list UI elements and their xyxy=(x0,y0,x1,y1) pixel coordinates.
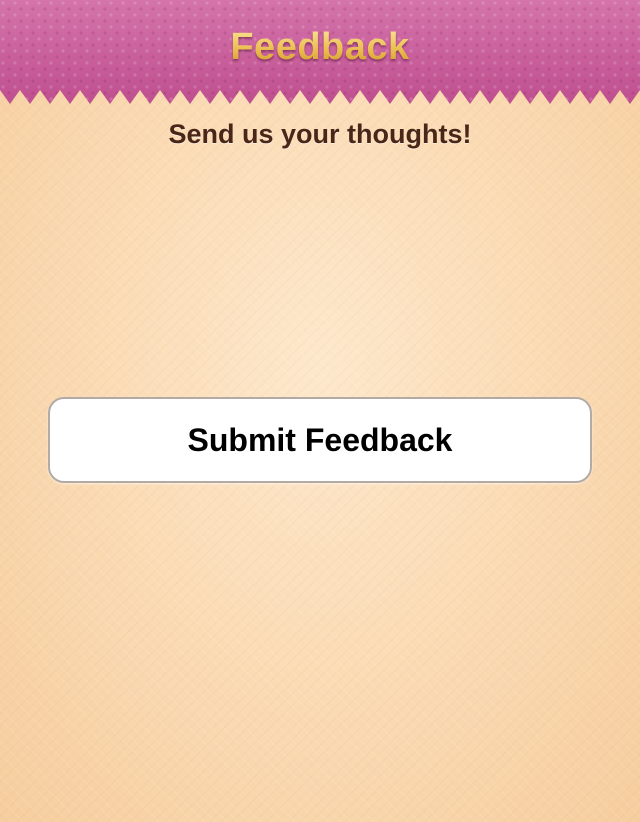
feedback-screen: Feedback Send us your thoughts! Submit F… xyxy=(0,0,640,822)
page-title: Feedback xyxy=(0,26,640,69)
header-bar: Feedback xyxy=(0,0,640,104)
submit-feedback-label: Submit Feedback xyxy=(187,421,453,458)
submit-feedback-button[interactable]: Submit Feedback xyxy=(48,397,592,483)
feedback-subtitle: Send us your thoughts! xyxy=(168,119,472,149)
